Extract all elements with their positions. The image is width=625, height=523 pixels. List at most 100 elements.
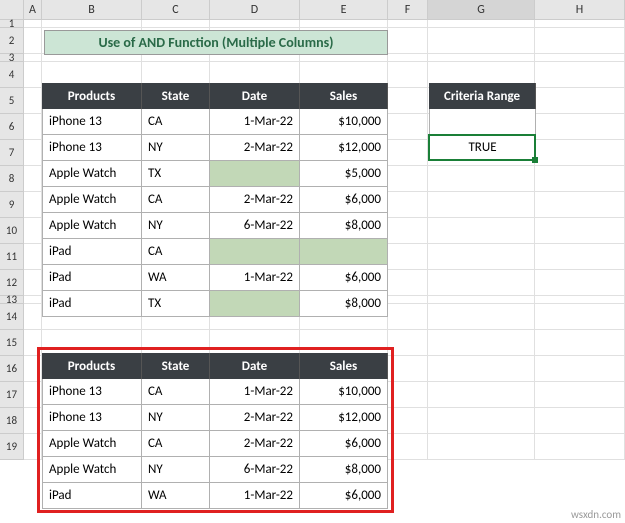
- t1-product[interactable]: iPhone 13: [42, 109, 142, 135]
- t1-product[interactable]: Apple Watch: [42, 213, 142, 239]
- row-4[interactable]: 4: [0, 62, 24, 88]
- cell[interactable]: [300, 54, 388, 62]
- cell[interactable]: [388, 20, 428, 28]
- cell[interactable]: [428, 296, 535, 304]
- col-G[interactable]: G: [428, 0, 535, 19]
- row-7[interactable]: 7: [0, 140, 24, 166]
- row-17[interactable]: 17: [0, 382, 24, 408]
- t1-date[interactable]: 2-Mar-22: [210, 187, 300, 213]
- t1-state[interactable]: NY: [142, 135, 210, 161]
- cell[interactable]: [388, 62, 428, 88]
- cell[interactable]: [428, 28, 535, 54]
- cell[interactable]: [24, 270, 42, 296]
- cell[interactable]: [535, 114, 625, 140]
- cell[interactable]: [428, 244, 535, 270]
- t2-product[interactable]: iPhone 13: [42, 379, 142, 405]
- cell[interactable]: [428, 330, 535, 356]
- col-B[interactable]: B: [42, 0, 142, 19]
- t2-state[interactable]: NY: [142, 457, 210, 483]
- t2-sales[interactable]: $10,000: [300, 379, 388, 405]
- cell[interactable]: [388, 296, 428, 304]
- t1-state[interactable]: NY: [142, 213, 210, 239]
- t1-sales[interactable]: $8,000: [300, 213, 388, 239]
- cell[interactable]: [142, 54, 210, 62]
- t1-product[interactable]: Apple Watch: [42, 161, 142, 187]
- cell[interactable]: [24, 382, 42, 408]
- cell[interactable]: [24, 166, 42, 192]
- cell[interactable]: [388, 166, 428, 192]
- cell[interactable]: [428, 434, 535, 460]
- row-3[interactable]: 3: [0, 54, 24, 62]
- cell[interactable]: [535, 20, 625, 28]
- cell[interactable]: [24, 244, 42, 270]
- col-A[interactable]: A: [24, 0, 42, 19]
- cell[interactable]: [428, 218, 535, 244]
- t1-product[interactable]: Apple Watch: [42, 187, 142, 213]
- row-10[interactable]: 10: [0, 218, 24, 244]
- row-18[interactable]: 18: [0, 408, 24, 434]
- th-state[interactable]: State: [142, 83, 210, 109]
- row-16[interactable]: 16: [0, 356, 24, 382]
- t2-sales[interactable]: $6,000: [300, 483, 388, 509]
- t1-date[interactable]: [210, 161, 300, 187]
- t1-product[interactable]: iPad: [42, 265, 142, 291]
- cell[interactable]: [388, 270, 428, 296]
- cell[interactable]: [535, 330, 625, 356]
- t1-sales[interactable]: $8,000: [300, 291, 388, 317]
- cell[interactable]: [388, 356, 428, 382]
- th-date[interactable]: Date: [210, 83, 300, 109]
- cell[interactable]: [535, 296, 625, 304]
- cell[interactable]: [24, 88, 42, 114]
- t2-date[interactable]: 1-Mar-22: [210, 379, 300, 405]
- row-5[interactable]: 5: [0, 88, 24, 114]
- cell[interactable]: [24, 54, 42, 62]
- col-D[interactable]: D: [210, 0, 300, 19]
- cell[interactable]: [388, 434, 428, 460]
- cell[interactable]: [24, 218, 42, 244]
- t1-sales[interactable]: $10,000: [300, 109, 388, 135]
- cell[interactable]: [388, 140, 428, 166]
- th2-state[interactable]: State: [142, 353, 210, 379]
- th2-products[interactable]: Products: [42, 353, 142, 379]
- cell[interactable]: [535, 192, 625, 218]
- cell[interactable]: [428, 192, 535, 218]
- col-C[interactable]: C: [142, 0, 210, 19]
- col-F[interactable]: F: [388, 0, 428, 19]
- t2-date[interactable]: 2-Mar-22: [210, 405, 300, 431]
- cell[interactable]: [428, 54, 535, 62]
- cell[interactable]: [24, 20, 42, 28]
- col-E[interactable]: E: [300, 0, 388, 19]
- th-sales[interactable]: Sales: [300, 83, 388, 109]
- cell[interactable]: [388, 54, 428, 62]
- t1-product[interactable]: iPad: [42, 239, 142, 265]
- row-11[interactable]: 11: [0, 244, 24, 270]
- cell[interactable]: [388, 304, 428, 330]
- cell[interactable]: [142, 20, 210, 28]
- th-criteria[interactable]: Criteria Range: [429, 83, 536, 109]
- t1-sales[interactable]: $12,000: [300, 135, 388, 161]
- t1-sales[interactable]: $5,000: [300, 161, 388, 187]
- cell[interactable]: [24, 296, 42, 304]
- cell[interactable]: [535, 382, 625, 408]
- cell[interactable]: [388, 192, 428, 218]
- cell[interactable]: [388, 244, 428, 270]
- cell[interactable]: [24, 114, 42, 140]
- criteria-empty[interactable]: [429, 109, 536, 135]
- row-19[interactable]: 19: [0, 434, 24, 460]
- row-9[interactable]: 9: [0, 192, 24, 218]
- cell[interactable]: [42, 54, 142, 62]
- cell[interactable]: [24, 28, 42, 54]
- t1-date[interactable]: 6-Mar-22: [210, 213, 300, 239]
- cell[interactable]: [300, 20, 388, 28]
- t1-date[interactable]: [210, 239, 300, 265]
- cell[interactable]: [24, 330, 42, 356]
- row-13[interactable]: 13: [0, 296, 24, 304]
- cell[interactable]: [535, 88, 625, 114]
- cell[interactable]: [388, 382, 428, 408]
- row-14[interactable]: 14: [0, 304, 24, 330]
- cell[interactable]: [42, 20, 142, 28]
- t1-product[interactable]: iPhone 13: [42, 135, 142, 161]
- criteria-value[interactable]: TRUE: [429, 135, 536, 161]
- t2-state[interactable]: CA: [142, 431, 210, 457]
- cell[interactable]: [24, 434, 42, 460]
